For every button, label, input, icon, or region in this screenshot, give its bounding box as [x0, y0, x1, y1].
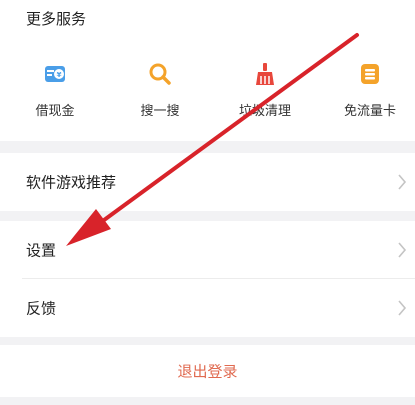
broom-icon: [256, 63, 274, 85]
cash-loan-icon: ¥: [45, 66, 65, 82]
service-label: 免流量卡: [343, 104, 396, 119]
service-junk-cleanup[interactable]: 垃圾清理: [215, 62, 315, 119]
logout-button[interactable]: 退出登录: [0, 345, 415, 397]
more-services-title: 更多服务: [26, 10, 87, 28]
data-card-icon: [361, 64, 379, 84]
chevron-right-icon: [398, 242, 407, 258]
service-search[interactable]: 搜一搜: [110, 62, 210, 119]
menu-feedback-label: 反馈: [26, 299, 57, 318]
menu-settings[interactable]: 设置: [0, 221, 415, 279]
service-label: 搜一搜: [140, 104, 180, 119]
chevron-right-icon: [398, 300, 407, 316]
service-cash-loan[interactable]: ¥ 借现金: [5, 62, 105, 119]
logout-label: 退出登录: [177, 362, 238, 381]
service-label: 垃圾清理: [238, 104, 291, 119]
more-services-card: 更多服务 ¥ 借现金 搜一搜 垃圾清理 免流量卡: [0, 0, 415, 141]
menu-software-games-label: 软件游戏推荐: [26, 173, 117, 192]
menu-settings-label: 设置: [26, 241, 57, 260]
service-label: 借现金: [35, 104, 75, 119]
service-data-card[interactable]: 免流量卡: [320, 62, 415, 119]
search-icon: [149, 63, 171, 85]
menu-feedback[interactable]: 反馈: [0, 279, 415, 337]
chevron-right-icon: [398, 174, 407, 190]
svg-text:¥: ¥: [57, 71, 62, 79]
menu-software-games[interactable]: 软件游戏推荐: [0, 153, 415, 211]
